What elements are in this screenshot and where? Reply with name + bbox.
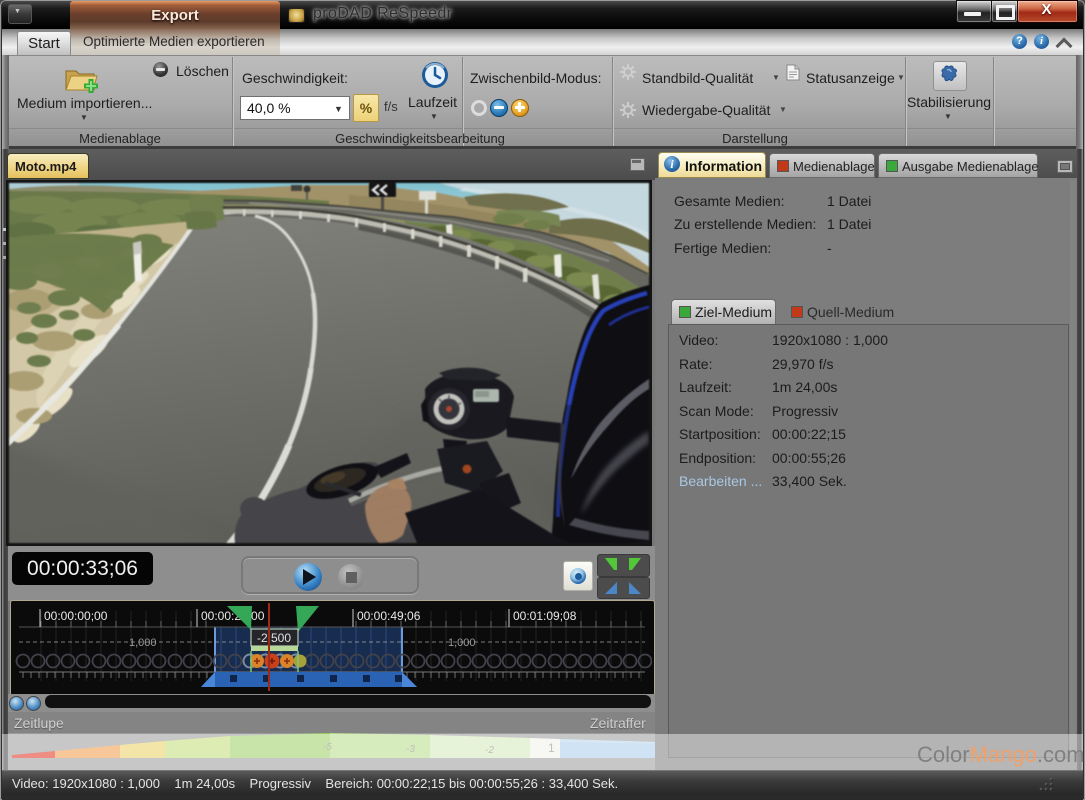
svg-text:00:00:00;00: 00:00:00;00 bbox=[44, 609, 108, 623]
svg-text:-2,500: -2,500 bbox=[257, 631, 291, 645]
svg-text:00:00:49;06: 00:00:49;06 bbox=[357, 609, 421, 623]
svg-text:1,000: 1,000 bbox=[448, 637, 476, 649]
svg-text:00:01:09;08: 00:01:09;08 bbox=[513, 609, 577, 623]
svg-text:1,000: 1,000 bbox=[129, 637, 157, 649]
